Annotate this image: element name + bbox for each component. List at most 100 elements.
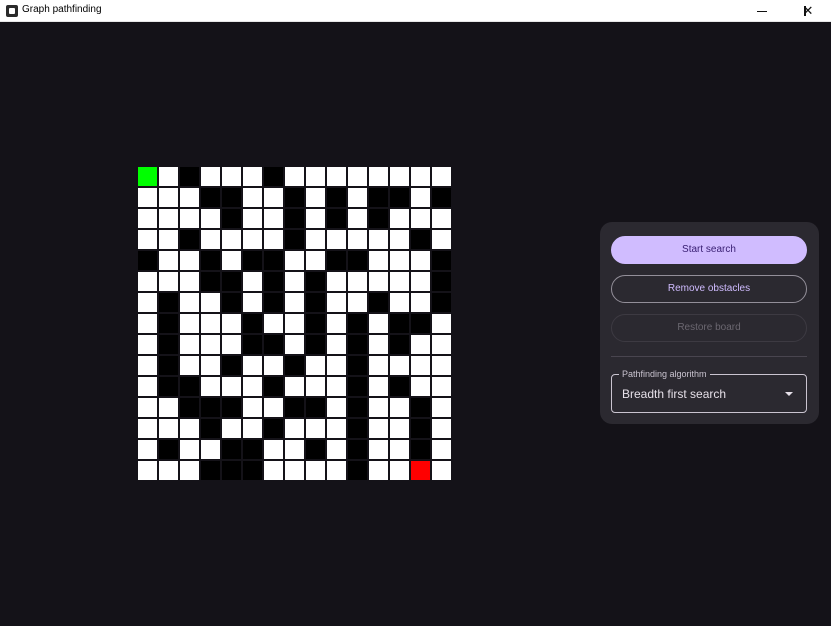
empty-cell[interactable] <box>432 377 451 396</box>
wall-cell[interactable] <box>411 419 430 438</box>
wall-cell[interactable] <box>222 398 241 417</box>
empty-cell[interactable] <box>243 272 262 291</box>
empty-cell[interactable] <box>327 419 346 438</box>
start-cell[interactable] <box>138 167 157 186</box>
empty-cell[interactable] <box>369 272 388 291</box>
wall-cell[interactable] <box>222 293 241 312</box>
wall-cell[interactable] <box>264 377 283 396</box>
empty-cell[interactable] <box>390 440 409 459</box>
empty-cell[interactable] <box>243 398 262 417</box>
wall-cell[interactable] <box>348 314 367 333</box>
empty-cell[interactable] <box>369 377 388 396</box>
empty-cell[interactable] <box>411 188 430 207</box>
empty-cell[interactable] <box>243 293 262 312</box>
empty-cell[interactable] <box>138 398 157 417</box>
wall-cell[interactable] <box>243 461 262 480</box>
wall-cell[interactable] <box>306 314 325 333</box>
empty-cell[interactable] <box>180 293 199 312</box>
wall-cell[interactable] <box>411 398 430 417</box>
wall-cell[interactable] <box>306 293 325 312</box>
wall-cell[interactable] <box>348 419 367 438</box>
wall-cell[interactable] <box>222 356 241 375</box>
empty-cell[interactable] <box>327 335 346 354</box>
empty-cell[interactable] <box>264 440 283 459</box>
empty-cell[interactable] <box>285 272 304 291</box>
wall-cell[interactable] <box>159 293 178 312</box>
wall-cell[interactable] <box>264 335 283 354</box>
empty-cell[interactable] <box>411 356 430 375</box>
empty-cell[interactable] <box>138 272 157 291</box>
empty-cell[interactable] <box>432 356 451 375</box>
empty-cell[interactable] <box>243 230 262 249</box>
empty-cell[interactable] <box>327 398 346 417</box>
empty-cell[interactable] <box>159 167 178 186</box>
empty-cell[interactable] <box>306 167 325 186</box>
wall-cell[interactable] <box>201 272 220 291</box>
empty-cell[interactable] <box>222 230 241 249</box>
empty-cell[interactable] <box>327 293 346 312</box>
empty-cell[interactable] <box>369 314 388 333</box>
wall-cell[interactable] <box>432 188 451 207</box>
wall-cell[interactable] <box>390 335 409 354</box>
empty-cell[interactable] <box>327 230 346 249</box>
empty-cell[interactable] <box>285 314 304 333</box>
empty-cell[interactable] <box>201 293 220 312</box>
wall-cell[interactable] <box>348 251 367 270</box>
wall-cell[interactable] <box>285 356 304 375</box>
wall-cell[interactable] <box>327 251 346 270</box>
empty-cell[interactable] <box>390 356 409 375</box>
empty-cell[interactable] <box>222 335 241 354</box>
empty-cell[interactable] <box>432 209 451 228</box>
empty-cell[interactable] <box>432 461 451 480</box>
start-search-button[interactable]: Start search <box>611 236 807 264</box>
wall-cell[interactable] <box>243 314 262 333</box>
empty-cell[interactable] <box>390 419 409 438</box>
end-cell[interactable] <box>411 461 430 480</box>
empty-cell[interactable] <box>432 167 451 186</box>
wall-cell[interactable] <box>159 335 178 354</box>
wall-cell[interactable] <box>264 272 283 291</box>
empty-cell[interactable] <box>348 209 367 228</box>
wall-cell[interactable] <box>159 440 178 459</box>
empty-cell[interactable] <box>264 398 283 417</box>
empty-cell[interactable] <box>222 419 241 438</box>
empty-cell[interactable] <box>138 188 157 207</box>
empty-cell[interactable] <box>201 167 220 186</box>
empty-cell[interactable] <box>285 335 304 354</box>
empty-cell[interactable] <box>264 209 283 228</box>
wall-cell[interactable] <box>348 440 367 459</box>
wall-cell[interactable] <box>180 230 199 249</box>
wall-cell[interactable] <box>411 440 430 459</box>
empty-cell[interactable] <box>369 398 388 417</box>
empty-cell[interactable] <box>159 461 178 480</box>
wall-cell[interactable] <box>180 377 199 396</box>
wall-cell[interactable] <box>306 272 325 291</box>
empty-cell[interactable] <box>159 188 178 207</box>
empty-cell[interactable] <box>222 167 241 186</box>
empty-cell[interactable] <box>306 377 325 396</box>
empty-cell[interactable] <box>138 230 157 249</box>
wall-cell[interactable] <box>264 251 283 270</box>
wall-cell[interactable] <box>285 230 304 249</box>
empty-cell[interactable] <box>201 230 220 249</box>
wall-cell[interactable] <box>243 251 262 270</box>
wall-cell[interactable] <box>243 335 262 354</box>
empty-cell[interactable] <box>327 272 346 291</box>
empty-cell[interactable] <box>222 314 241 333</box>
empty-cell[interactable] <box>180 272 199 291</box>
empty-cell[interactable] <box>369 335 388 354</box>
empty-cell[interactable] <box>201 335 220 354</box>
empty-cell[interactable] <box>285 167 304 186</box>
empty-cell[interactable] <box>348 272 367 291</box>
empty-cell[interactable] <box>390 209 409 228</box>
empty-cell[interactable] <box>138 419 157 438</box>
empty-cell[interactable] <box>327 314 346 333</box>
wall-cell[interactable] <box>306 398 325 417</box>
empty-cell[interactable] <box>180 440 199 459</box>
empty-cell[interactable] <box>159 272 178 291</box>
empty-cell[interactable] <box>243 188 262 207</box>
wall-cell[interactable] <box>201 419 220 438</box>
empty-cell[interactable] <box>285 440 304 459</box>
empty-cell[interactable] <box>285 251 304 270</box>
empty-cell[interactable] <box>180 314 199 333</box>
